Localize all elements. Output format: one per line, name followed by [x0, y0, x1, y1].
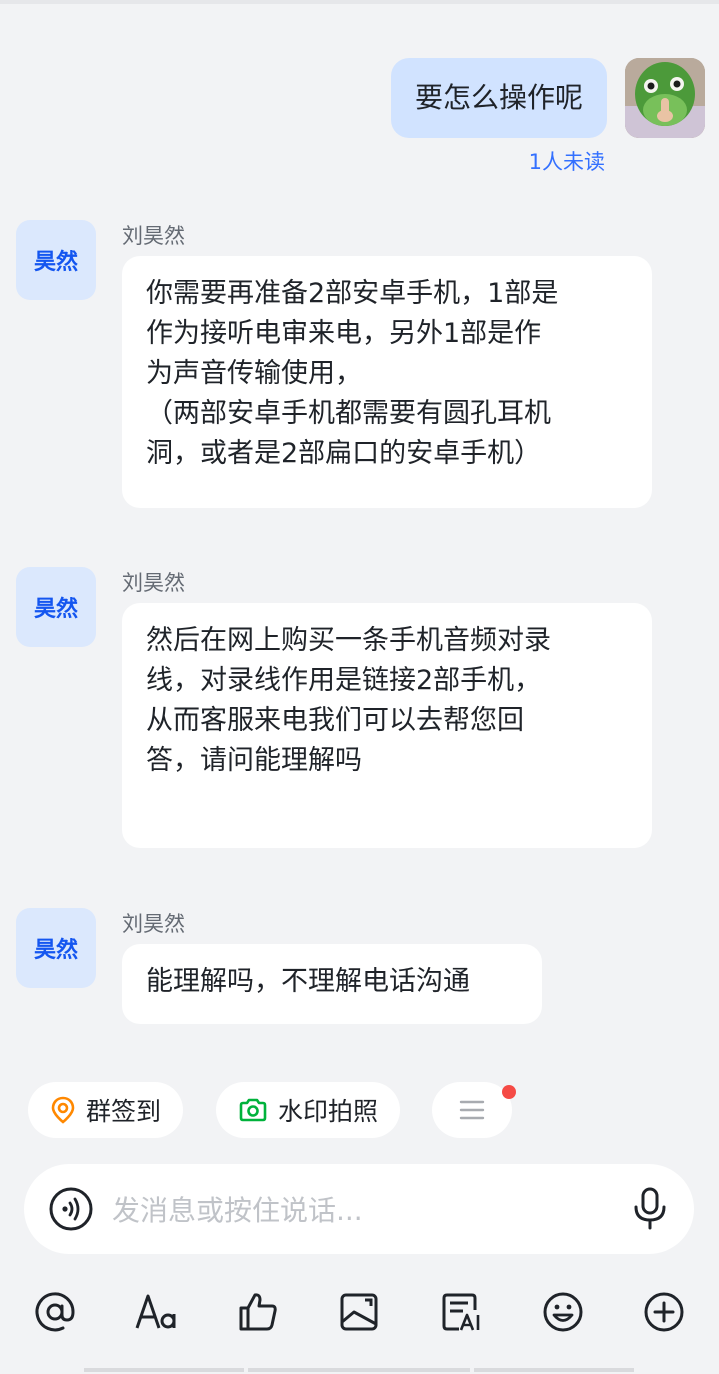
- ai-document-icon[interactable]: [431, 1282, 491, 1342]
- sender-avatar[interactable]: 昊然: [16, 908, 96, 988]
- plus-circle-icon[interactable]: [634, 1282, 694, 1342]
- at-icon[interactable]: [25, 1282, 85, 1342]
- bottom-divider: [474, 1368, 634, 1372]
- voice-mode-icon[interactable]: [48, 1186, 94, 1232]
- top-divider: [0, 0, 719, 4]
- bottom-divider: [248, 1368, 470, 1372]
- sender-avatar[interactable]: 昊然: [16, 567, 96, 647]
- my-avatar[interactable]: [625, 58, 705, 138]
- group-checkin-label: 群签到: [86, 1097, 162, 1126]
- message-line: 洞，或者是2部扁口的安卓手机）: [146, 438, 542, 469]
- outgoing-message: 要怎么操作呢: [390, 58, 705, 138]
- emoji-icon[interactable]: [533, 1282, 593, 1342]
- message-bubble[interactable]: 你需要再准备2部安卓手机，1部是 作为接听电审来电，另外1部是作 为声音传输使用…: [122, 256, 652, 508]
- message-line: 线，对录线作用是链接2部手机，: [146, 665, 542, 696]
- incoming-message: 昊然 刘昊然 你需要再准备2部安卓手机，1部是 作为接听电审来电，另外1部是作 …: [16, 220, 656, 510]
- camera-icon: [238, 1097, 268, 1123]
- unread-dot: [502, 1085, 516, 1099]
- message-line: 你需要再准备2部安卓手机，1部是: [146, 278, 559, 309]
- group-checkin-button[interactable]: 群签到: [28, 1082, 184, 1138]
- read-status[interactable]: 1人未读: [529, 146, 605, 176]
- outgoing-bubble[interactable]: 要怎么操作呢: [390, 58, 607, 138]
- message-line: 作为接听电审来电，另外1部是作: [146, 318, 542, 349]
- message-line: 为声音传输使用，: [146, 358, 362, 389]
- message-line: （两部安卓手机都需要有圆孔耳机: [146, 398, 551, 429]
- input-toolbar: [0, 1280, 719, 1344]
- watermark-photo-button[interactable]: 水印拍照: [216, 1082, 401, 1138]
- incoming-message: 昊然 刘昊然 能理解吗，不理解电话沟通: [16, 908, 656, 1028]
- message-line: 然后在网上购买一条手机音频对录: [146, 625, 551, 656]
- incoming-message: 昊然 刘昊然 然后在网上购买一条手机音频对录 线，对录线作用是链接2部手机， 从…: [16, 567, 656, 852]
- text-format-icon[interactable]: [126, 1282, 186, 1342]
- sender-name: 刘昊然: [122, 571, 185, 595]
- sender-avatar[interactable]: 昊然: [16, 220, 96, 300]
- message-line: 答，请问能理解吗: [146, 745, 362, 776]
- sender-name: 刘昊然: [122, 224, 185, 248]
- menu-icon: [458, 1098, 486, 1122]
- message-bubble[interactable]: 然后在网上购买一条手机音频对录 线，对录线作用是链接2部手机， 从而客服来电我们…: [122, 603, 652, 848]
- thumbs-up-icon[interactable]: [228, 1282, 288, 1342]
- input-placeholder: 发消息或按住说话...: [112, 1194, 363, 1227]
- message-line: 能理解吗，不理解电话沟通: [146, 966, 470, 997]
- image-icon[interactable]: [329, 1282, 389, 1342]
- bottom-divider: [84, 1368, 244, 1372]
- microphone-icon[interactable]: [630, 1186, 670, 1232]
- location-pin-icon: [50, 1096, 76, 1124]
- message-line: 从而客服来电我们可以去帮您回: [146, 705, 524, 736]
- more-actions-button[interactable]: [432, 1082, 512, 1138]
- sender-name: 刘昊然: [122, 912, 185, 936]
- message-input[interactable]: 发消息或按住说话...: [24, 1164, 694, 1254]
- message-bubble[interactable]: 能理解吗，不理解电话沟通: [122, 944, 542, 1024]
- watermark-photo-label: 水印拍照: [278, 1097, 379, 1126]
